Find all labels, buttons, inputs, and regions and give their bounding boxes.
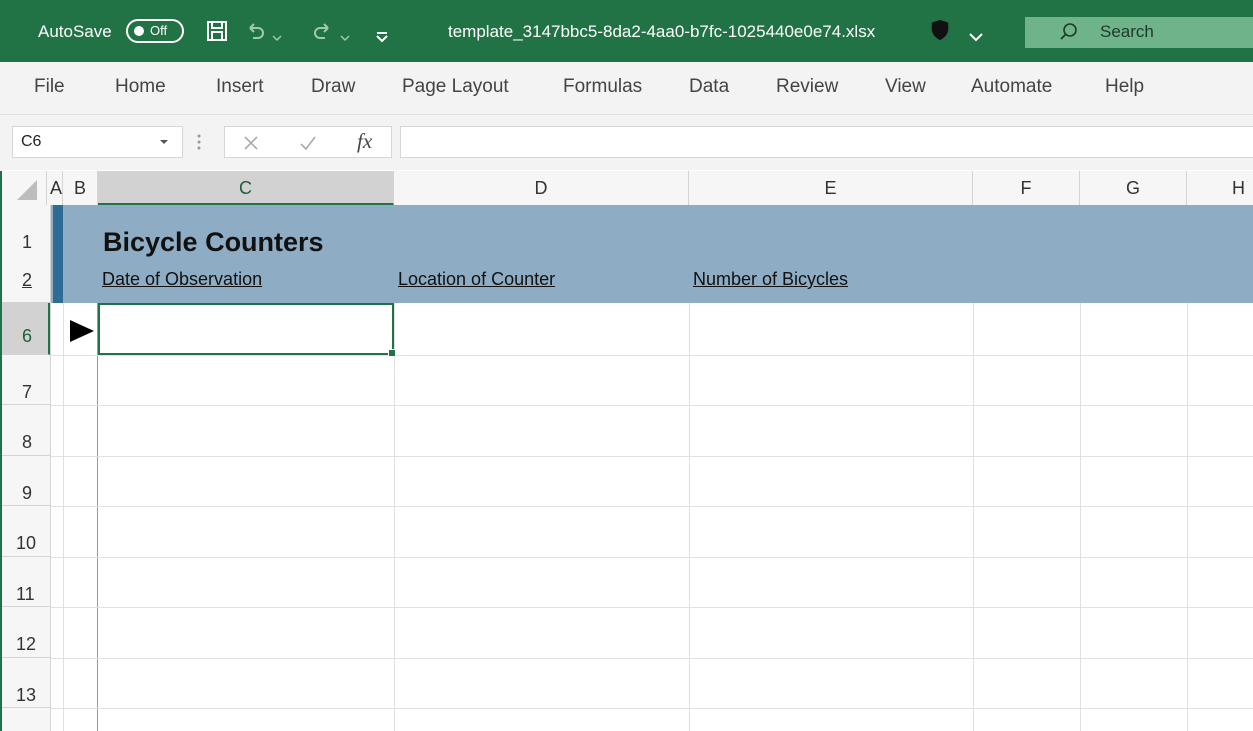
window-edge	[0, 171, 2, 731]
row-header-12[interactable]: 12	[0, 607, 50, 658]
menu-view[interactable]: View	[885, 76, 926, 98]
gridline	[51, 658, 1253, 659]
title-bar: AutoSave Off template_3147bbc5-8da2-4aa0…	[0, 0, 1253, 62]
row-header-11[interactable]: 11	[0, 557, 50, 607]
column-header-e[interactable]: E	[689, 171, 973, 205]
header-number-of-bicycles[interactable]: Number of Bicycles	[693, 269, 848, 290]
formula-actions: fx	[224, 126, 392, 158]
file-name: template_3147bbc5-8da2-4aa0-b7fc-1025440…	[448, 22, 876, 41]
undo-dropdown-icon[interactable]	[272, 28, 282, 50]
menu-formulas[interactable]: Formulas	[563, 76, 642, 98]
row-header-10[interactable]: 10	[0, 506, 50, 557]
row-header-9[interactable]: 9	[0, 456, 50, 506]
column-header-c[interactable]: C	[98, 171, 394, 205]
name-box-value: C6	[21, 133, 42, 150]
menu-help[interactable]: Help	[1105, 76, 1144, 98]
column-header-f[interactable]: F	[973, 171, 1080, 205]
gridline	[51, 456, 1253, 457]
menu-automate[interactable]: Automate	[971, 76, 1052, 98]
row-header-2[interactable]: 2	[0, 267, 50, 303]
row-header-8[interactable]: 8	[0, 405, 50, 456]
menu-draw[interactable]: Draw	[311, 76, 355, 98]
undo-icon[interactable]	[244, 20, 266, 42]
insert-function-button[interactable]: fx	[357, 129, 372, 154]
menu-file[interactable]: File	[34, 76, 65, 98]
sensitivity-shield-icon[interactable]	[929, 19, 951, 41]
redo-dropdown-icon[interactable]	[340, 28, 350, 50]
header-banner: Bicycle Counters Date of Observation Loc…	[51, 205, 1253, 303]
toggle-knob	[134, 26, 144, 36]
row-header-7[interactable]: 7	[0, 355, 50, 405]
column-header-b[interactable]: B	[63, 171, 98, 205]
formula-bar: C6 fx	[0, 115, 1253, 170]
gridline	[63, 303, 64, 731]
gridline	[51, 708, 1253, 709]
row-header-1[interactable]: 1	[0, 205, 50, 260]
gridline	[689, 303, 690, 731]
redo-icon[interactable]	[312, 20, 334, 42]
search-box[interactable]: Search	[1025, 17, 1253, 48]
row-marker-arrow-icon	[70, 320, 94, 342]
fill-handle[interactable]	[388, 349, 396, 357]
cell-grid[interactable]	[51, 303, 1253, 731]
name-box[interactable]: C6	[12, 126, 183, 158]
menu-insert[interactable]: Insert	[216, 76, 264, 98]
gridline	[394, 303, 395, 731]
row-header-13[interactable]: 13	[0, 658, 50, 708]
row-headers: 1 2 6 7 8 9 10 11 12 13	[0, 205, 51, 731]
search-icon	[1060, 23, 1077, 40]
gridline	[1187, 303, 1188, 731]
header-location-of-counter[interactable]: Location of Counter	[398, 269, 555, 290]
select-all-button[interactable]	[0, 171, 47, 205]
banner-accent-strip	[53, 205, 63, 303]
row-header-6[interactable]: 6	[0, 303, 50, 355]
column-header-a[interactable]: A	[47, 171, 63, 205]
enter-check-icon[interactable]	[299, 135, 317, 151]
gridline	[1080, 303, 1081, 731]
gridline	[51, 355, 1253, 356]
menu-data[interactable]: Data	[689, 76, 729, 98]
column-headers: A B C D E F G H	[0, 171, 1253, 206]
save-icon[interactable]	[206, 20, 228, 42]
column-header-h[interactable]: H	[1187, 171, 1253, 205]
autosave-state: Off	[150, 23, 168, 38]
column-header-g[interactable]: G	[1080, 171, 1187, 205]
header-date-of-observation[interactable]: Date of Observation	[102, 269, 262, 290]
formula-input[interactable]	[400, 126, 1253, 158]
active-cell-c6[interactable]	[98, 303, 396, 357]
column-header-d[interactable]: D	[394, 171, 689, 205]
sheet-title[interactable]: Bicycle Counters	[103, 227, 324, 258]
filename-chevron-down-icon[interactable]	[969, 26, 983, 48]
select-all-triangle-icon	[17, 180, 37, 200]
autosave-label: AutoSave	[38, 22, 112, 41]
gridline	[51, 607, 1253, 608]
gridline	[973, 303, 974, 731]
cancel-icon[interactable]	[243, 135, 259, 151]
menu-home[interactable]: Home	[115, 76, 166, 98]
gridline	[51, 506, 1253, 507]
formula-bar-resize-handle-icon[interactable]	[196, 130, 202, 154]
freeze-pane-line	[97, 303, 98, 731]
autosave-toggle[interactable]: Off	[126, 19, 184, 43]
menu-page-layout[interactable]: Page Layout	[402, 76, 509, 98]
search-label: Search	[1100, 22, 1154, 41]
gridline	[51, 557, 1253, 558]
menu-review[interactable]: Review	[776, 76, 838, 98]
ribbon-tabs: File Home Insert Draw Page Layout Formul…	[0, 62, 1253, 115]
name-box-dropdown-icon[interactable]	[158, 133, 170, 151]
customize-toolbar-icon[interactable]	[375, 26, 389, 48]
gridline	[51, 405, 1253, 406]
